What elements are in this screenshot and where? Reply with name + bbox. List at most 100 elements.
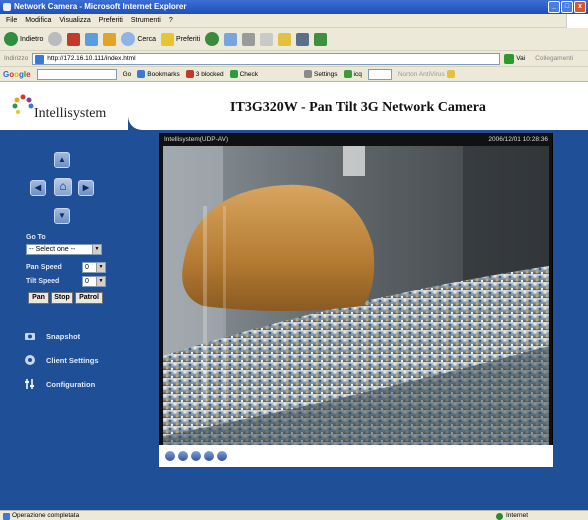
snapshot-link[interactable]: Snapshot [24, 330, 80, 342]
icq-flower-icon [343, 70, 352, 78]
back-button[interactable]: Indietro [4, 32, 43, 46]
stop-button-ptz[interactable]: Stop [51, 292, 73, 304]
check-icon [229, 70, 238, 78]
menu-file[interactable]: File [6, 14, 17, 27]
patrol-button[interactable]: Patrol [75, 292, 103, 304]
window-title-bar: Network Camera - Microsoft Internet Expl… [0, 0, 588, 14]
icq-input[interactable] [367, 68, 392, 80]
camera-scene-image [163, 146, 549, 464]
forward-button[interactable] [48, 32, 63, 46]
pan-right-button[interactable]: ▶ [78, 180, 94, 196]
pause-icon[interactable] [178, 451, 188, 461]
pan-button[interactable]: Pan [28, 292, 49, 304]
settings-label: Settings [314, 70, 338, 78]
intellisystem-logo-icon [12, 94, 34, 114]
tilt-up-button[interactable]: ▲ [54, 152, 70, 168]
favorites-label: Preferiti [176, 35, 201, 43]
tilt-speed-value: 0 [85, 278, 89, 285]
icq-label: icq [353, 70, 362, 78]
video-viewer: Intellisystem(UDP-AV) 2006/12/01 10:28:3… [159, 133, 553, 467]
stop-icon[interactable] [191, 451, 201, 461]
research-icon[interactable] [314, 32, 328, 46]
address-url: http://172.16.10.111/index.html [47, 54, 136, 62]
pan-left-button[interactable]: ◀ [30, 180, 46, 196]
video-source: Intellisystem(UDP-AV) [164, 136, 229, 143]
volume-icon[interactable] [217, 451, 227, 461]
live-video-image[interactable] [163, 146, 549, 464]
video-controls [159, 445, 553, 467]
pan-speed-select[interactable]: 0 ▼ [82, 262, 106, 273]
print-button[interactable] [242, 32, 256, 46]
favorites-button[interactable]: Preferiti [161, 32, 201, 46]
folder-icon[interactable] [278, 32, 292, 46]
browser-toolbar: Indietro Cerca Preferiti [0, 28, 588, 50]
internet-zone-icon [496, 512, 503, 520]
configuration-link[interactable]: Configuration [24, 378, 95, 390]
blocked-icon [185, 70, 194, 78]
windows-logo-icon [566, 14, 588, 28]
menu-modifica[interactable]: Modifica [25, 14, 51, 27]
status-bar: Operazione completata Internet [0, 510, 588, 520]
search-button[interactable]: Cerca [121, 32, 156, 46]
menu-visualizza[interactable]: Visualizza [59, 14, 90, 27]
messenger-icon[interactable] [296, 32, 310, 46]
search-label: Cerca [137, 35, 157, 43]
address-bar: Indirizzo http://172.16.10.111/index.htm… [0, 50, 588, 66]
chevron-down-icon: ▼ [96, 263, 105, 272]
edit-button[interactable] [260, 32, 274, 46]
audio-icon[interactable] [204, 451, 214, 461]
configuration-icon [25, 379, 34, 389]
close-button[interactable]: x [574, 1, 586, 13]
star-icon [137, 70, 146, 78]
home-button[interactable] [103, 32, 117, 46]
blocked-label: 3 blocked [195, 70, 224, 78]
control-sidebar: ▲ ◀ ⌂ ▶ ▼ Go To -- Select one -- ▼ Pan S… [0, 130, 150, 510]
window-title: Network Camera - Microsoft Internet Expl… [14, 2, 187, 11]
stop-button[interactable] [67, 32, 81, 46]
tilt-speed-label: Tilt Speed [26, 278, 60, 285]
chevron-down-icon: ▼ [92, 245, 101, 254]
bookmarks-label: Bookmarks [147, 70, 180, 78]
video-header: Intellisystem(UDP-AV) 2006/12/01 10:28:3… [160, 134, 552, 145]
client-settings-link[interactable]: Client Settings [24, 354, 99, 366]
popup-blocked-button[interactable]: 3 blocked [185, 70, 224, 78]
history-button[interactable] [205, 32, 220, 46]
bookmarks-button[interactable]: Bookmarks [137, 70, 180, 78]
logo-area: Intellisystem [0, 82, 128, 130]
gear-icon [304, 70, 313, 78]
status-text: Operazione completata [12, 512, 80, 519]
refresh-button[interactable] [85, 32, 99, 46]
norton-button[interactable]: Norton AntiVirus [398, 70, 455, 78]
tilt-speed-select[interactable]: 0 ▼ [82, 276, 106, 287]
address-input[interactable]: http://172.16.10.111/index.html [32, 52, 501, 65]
video-timestamp: 2006/12/01 10:28:36 [488, 136, 548, 143]
minimize-button[interactable]: _ [548, 1, 560, 13]
goto-select[interactable]: -- Select one -- ▼ [26, 244, 102, 255]
home-position-button[interactable]: ⌂ [54, 178, 72, 196]
pan-speed-label: Pan Speed [26, 264, 62, 271]
client-settings-icon [25, 355, 35, 365]
goto-label: Go To [26, 234, 46, 241]
menu-preferiti[interactable]: Preferiti [99, 14, 123, 27]
icq-button[interactable]: icq [343, 70, 362, 78]
google-go-button[interactable]: Go [123, 71, 132, 78]
mail-button[interactable] [224, 32, 238, 46]
settings-button[interactable]: Settings [304, 70, 338, 78]
zoom-icon[interactable] [165, 451, 175, 461]
google-toolbar: Google Go Bookmarks 3 blocked Check Sett… [0, 66, 588, 82]
maximize-button[interactable]: □ [561, 1, 573, 13]
google-logo[interactable]: Google [3, 70, 31, 79]
back-label: Indietro [20, 35, 44, 43]
tilt-down-button[interactable]: ▼ [54, 208, 70, 224]
check-button[interactable]: Check [229, 70, 258, 78]
menu-help[interactable]: ? [169, 14, 173, 27]
google-search-input[interactable] [36, 68, 117, 80]
go-button[interactable]: Vai [504, 53, 526, 64]
go-label: Vai [516, 55, 526, 62]
page-icon [35, 54, 45, 64]
links-label[interactable]: Collegamenti [535, 55, 573, 62]
ie-app-icon [3, 3, 11, 11]
menu-strumenti[interactable]: Strumenti [131, 14, 161, 27]
menu-bar: File Modifica Visualizza Preferiti Strum… [0, 14, 588, 28]
zone-label: Internet [506, 512, 529, 519]
